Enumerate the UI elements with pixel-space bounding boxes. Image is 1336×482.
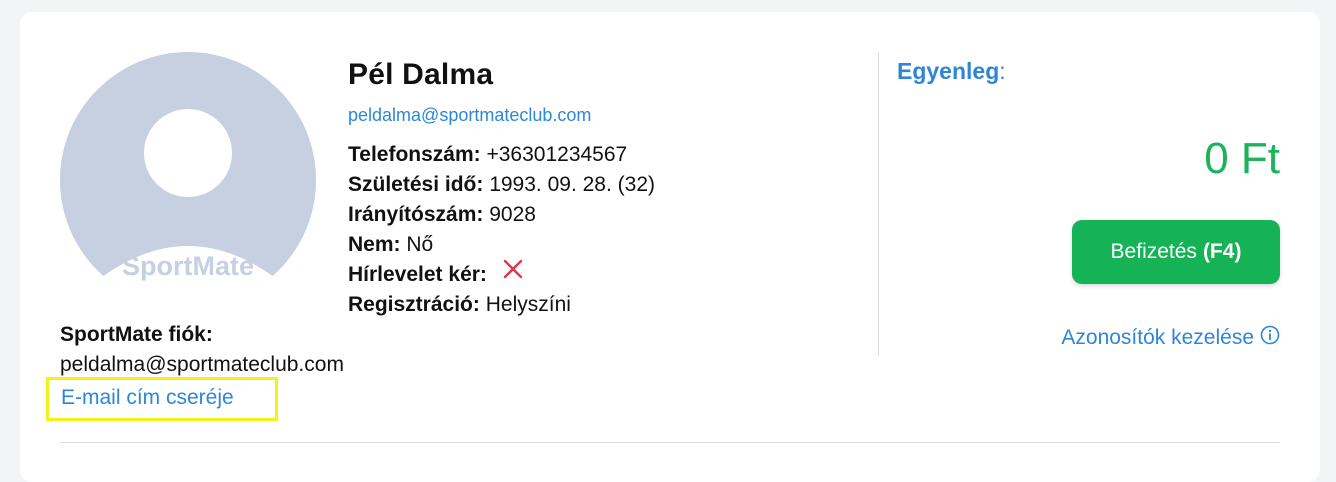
info-icon[interactable] (1260, 325, 1280, 351)
account-email: peldalma@sportmateclub.com (60, 353, 344, 376)
manage-identifiers-link[interactable]: Azonosítók kezelése (1061, 325, 1280, 351)
profile-details: Telefonszám: +36301234567 Születési idő:… (348, 140, 655, 320)
deposit-button[interactable]: Befizetés (F4) (1072, 220, 1280, 284)
change-email-link[interactable]: E-mail cím cseréje (46, 377, 278, 421)
sportmate-logo-text: SportMate (122, 251, 254, 281)
detail-label: Születési idő: (348, 173, 484, 196)
detail-label: Irányítószám: (348, 203, 484, 226)
deposit-label: Befizetés (1110, 240, 1197, 263)
profile-email-link[interactable]: peldalma@sportmateclub.com (348, 105, 591, 126)
balance-value: 0 Ft (1204, 134, 1280, 183)
manage-identifiers-label: Azonosítók kezelése (1061, 326, 1254, 349)
detail-value: Nő (406, 233, 434, 256)
balance-label: Egyenleg: (897, 58, 1006, 85)
balance-label-text: Egyenleg (897, 58, 1000, 84)
detail-row-zip: Irányítószám: 9028 (348, 200, 655, 230)
avatar: SportMate (60, 52, 316, 308)
account-label: SportMate fiók: (60, 323, 213, 346)
vertical-divider (878, 52, 879, 356)
detail-label: Telefonszám: (348, 143, 481, 166)
detail-label: Nem: (348, 233, 401, 256)
detail-row-gender: Nem: Nő (348, 230, 655, 260)
avatar-placeholder-icon: SportMate (60, 52, 316, 308)
detail-value: Helyszíni (485, 293, 571, 316)
horizontal-divider (60, 442, 1280, 443)
deposit-shortcut: (F4) (1202, 240, 1242, 263)
x-icon (503, 258, 523, 288)
detail-row-newsletter: Hírlevelet kér: (348, 260, 655, 290)
detail-value: +36301234567 (486, 143, 628, 166)
detail-row-phone: Telefonszám: +36301234567 (348, 140, 655, 170)
detail-row-birthdate: Születési idő: 1993. 09. 28. (32) (348, 170, 655, 200)
detail-row-registration: Regisztráció: Helyszíni (348, 290, 655, 320)
sportmate-account: SportMate fiók: peldalma@sportmateclub.c… (60, 320, 344, 380)
detail-value: 9028 (489, 203, 536, 226)
balance-label-colon: : (999, 58, 1006, 84)
profile-name: Pél Dalma (348, 58, 494, 91)
detail-label: Hírlevelet kér: (348, 263, 487, 286)
detail-value: 1993. 09. 28. (32) (489, 173, 655, 196)
detail-label: Regisztráció: (348, 293, 480, 316)
